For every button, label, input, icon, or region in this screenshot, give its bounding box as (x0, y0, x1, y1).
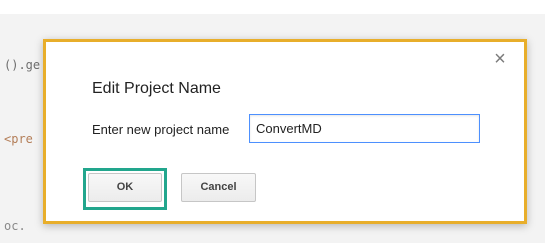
code-line: <pre (4, 132, 33, 146)
ok-button[interactable]: OK (88, 173, 162, 202)
code-line: ().ge (4, 58, 41, 72)
cancel-button[interactable]: Cancel (181, 173, 256, 202)
code-line: oc. (4, 219, 26, 233)
edit-project-name-dialog: × Edit Project Name Enter new project na… (43, 39, 527, 224)
dialog-title: Edit Project Name (92, 80, 221, 97)
top-strip (0, 0, 545, 14)
close-icon[interactable]: × (490, 49, 510, 69)
project-name-label: Enter new project name (92, 122, 230, 137)
project-name-input[interactable] (249, 114, 480, 143)
